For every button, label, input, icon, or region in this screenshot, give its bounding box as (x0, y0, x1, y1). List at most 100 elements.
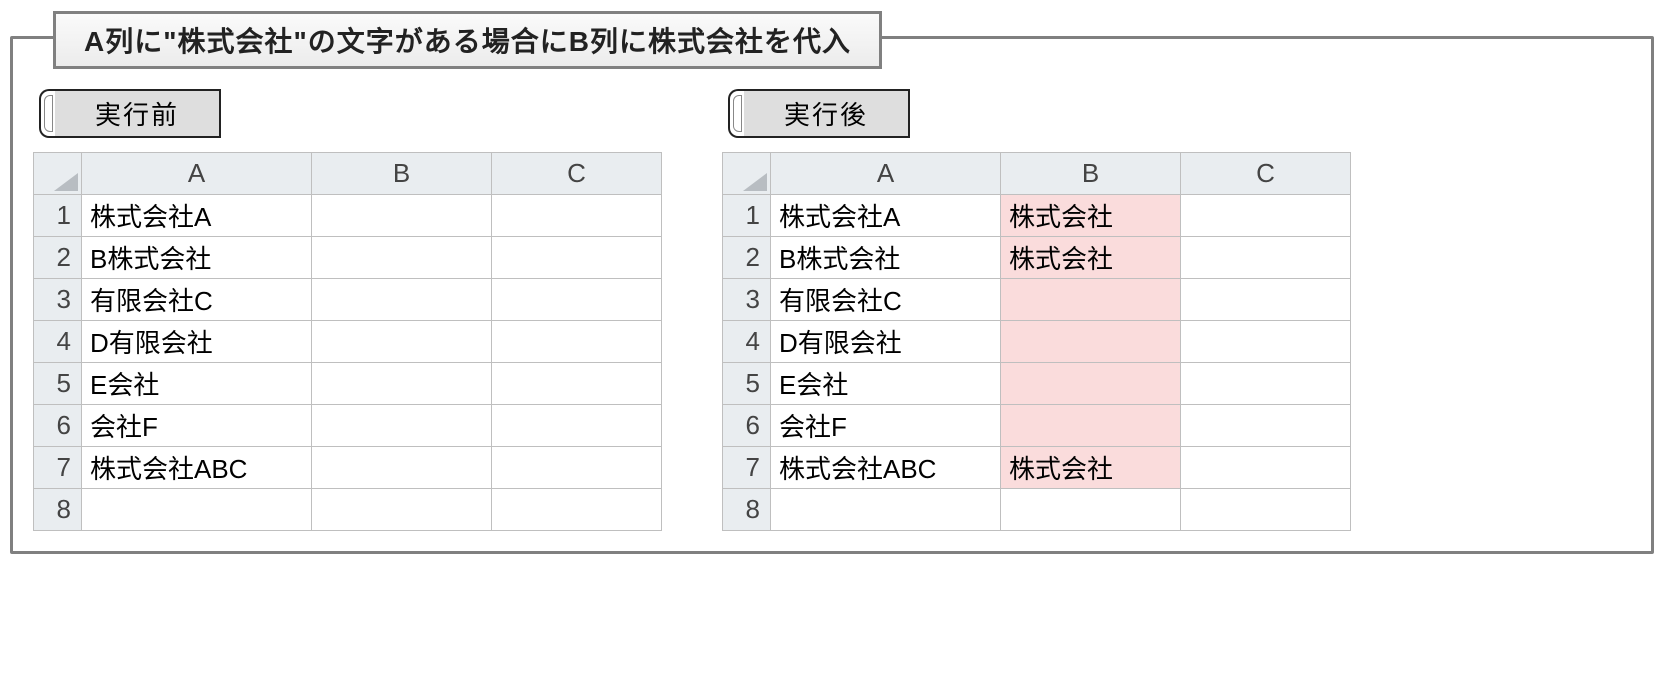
before-label: 実行前 (55, 89, 221, 138)
scroll-cap-icon (728, 89, 744, 138)
after-sheet: A B C 1株式会社A株式会社2B株式会社株式会社3有限会社C4D有限会社5E… (722, 152, 1351, 531)
cell-B[interactable]: 株式会社 (1001, 237, 1181, 279)
cell-C[interactable] (492, 279, 662, 321)
row-header[interactable]: 3 (723, 279, 771, 321)
table-row: 1株式会社A株式会社 (723, 195, 1351, 237)
table-row: 8 (723, 489, 1351, 531)
cell-C[interactable] (492, 405, 662, 447)
cell-A[interactable] (771, 489, 1001, 531)
table-row: 7株式会社ABC (34, 447, 662, 489)
row-header[interactable]: 6 (723, 405, 771, 447)
row-header[interactable]: 7 (34, 447, 82, 489)
cell-B[interactable] (312, 195, 492, 237)
col-header-A[interactable]: A (771, 153, 1001, 195)
table-row: 8 (34, 489, 662, 531)
cell-C[interactable] (492, 195, 662, 237)
example-frame: A列に"株式会社"の文字がある場合にB列に株式会社を代入 実行前 A B C 1… (10, 36, 1654, 554)
select-all-corner[interactable] (34, 153, 82, 195)
cell-A[interactable]: 株式会社A (771, 195, 1001, 237)
cell-C[interactable] (1181, 195, 1351, 237)
table-row: 5E会社 (723, 363, 1351, 405)
cell-C[interactable] (492, 363, 662, 405)
row-header[interactable]: 5 (723, 363, 771, 405)
cell-A[interactable]: B株式会社 (82, 237, 312, 279)
col-header-C[interactable]: C (492, 153, 662, 195)
before-panel: 実行前 A B C 1株式会社A2B株式会社3有限会社C4D有限会社5E会社6会… (33, 89, 662, 531)
table-row: 4D有限会社 (723, 321, 1351, 363)
cell-B[interactable] (1001, 279, 1181, 321)
before-label-tab: 実行前 (39, 89, 662, 138)
table-row: 7株式会社ABC株式会社 (723, 447, 1351, 489)
scroll-cap-icon (39, 89, 55, 138)
cell-C[interactable] (1181, 363, 1351, 405)
cell-A[interactable]: B株式会社 (771, 237, 1001, 279)
table-row: 6会社F (723, 405, 1351, 447)
cell-B[interactable] (1001, 321, 1181, 363)
before-sheet: A B C 1株式会社A2B株式会社3有限会社C4D有限会社5E会社6会社F7株… (33, 152, 662, 531)
select-all-corner[interactable] (723, 153, 771, 195)
after-label-tab: 実行後 (728, 89, 1351, 138)
row-header[interactable]: 2 (723, 237, 771, 279)
cell-A[interactable]: D有限会社 (82, 321, 312, 363)
cell-B[interactable] (1001, 489, 1181, 531)
column-header-row: A B C (723, 153, 1351, 195)
cell-B[interactable] (312, 489, 492, 531)
cell-C[interactable] (492, 237, 662, 279)
cell-A[interactable]: 有限会社C (771, 279, 1001, 321)
cell-B[interactable] (312, 237, 492, 279)
cell-C[interactable] (1181, 279, 1351, 321)
cell-B[interactable]: 株式会社 (1001, 195, 1181, 237)
cell-C[interactable] (1181, 321, 1351, 363)
cell-A[interactable]: 会社F (771, 405, 1001, 447)
after-panel: 実行後 A B C 1株式会社A株式会社2B株式会社株式会社3有限会社C4D有限… (722, 89, 1351, 531)
cell-B[interactable] (1001, 363, 1181, 405)
row-header[interactable]: 7 (723, 447, 771, 489)
cell-A[interactable]: 株式会社A (82, 195, 312, 237)
col-header-B[interactable]: B (312, 153, 492, 195)
table-row: 2B株式会社株式会社 (723, 237, 1351, 279)
cell-A[interactable]: D有限会社 (771, 321, 1001, 363)
cell-C[interactable] (492, 321, 662, 363)
cell-C[interactable] (1181, 405, 1351, 447)
row-header[interactable]: 4 (723, 321, 771, 363)
row-header[interactable]: 8 (723, 489, 771, 531)
cell-C[interactable] (1181, 237, 1351, 279)
row-header[interactable]: 5 (34, 363, 82, 405)
cell-B[interactable] (1001, 405, 1181, 447)
cell-B[interactable] (312, 363, 492, 405)
col-header-A[interactable]: A (82, 153, 312, 195)
cell-A[interactable]: 株式会社ABC (82, 447, 312, 489)
row-header[interactable]: 2 (34, 237, 82, 279)
table-row: 3有限会社C (723, 279, 1351, 321)
col-header-C[interactable]: C (1181, 153, 1351, 195)
row-header[interactable]: 8 (34, 489, 82, 531)
cell-A[interactable]: E会社 (82, 363, 312, 405)
cell-B[interactable] (312, 321, 492, 363)
col-header-B[interactable]: B (1001, 153, 1181, 195)
cell-A[interactable] (82, 489, 312, 531)
cell-B[interactable]: 株式会社 (1001, 447, 1181, 489)
cell-A[interactable]: 有限会社C (82, 279, 312, 321)
row-header[interactable]: 4 (34, 321, 82, 363)
cell-A[interactable]: E会社 (771, 363, 1001, 405)
row-header[interactable]: 1 (34, 195, 82, 237)
table-row: 1株式会社A (34, 195, 662, 237)
row-header[interactable]: 3 (34, 279, 82, 321)
row-header[interactable]: 6 (34, 405, 82, 447)
table-row: 5E会社 (34, 363, 662, 405)
table-row: 3有限会社C (34, 279, 662, 321)
after-body: 1株式会社A株式会社2B株式会社株式会社3有限会社C4D有限会社5E会社6会社F… (723, 195, 1351, 531)
cell-C[interactable] (492, 489, 662, 531)
cell-C[interactable] (1181, 489, 1351, 531)
cell-B[interactable] (312, 279, 492, 321)
cell-B[interactable] (312, 447, 492, 489)
cell-A[interactable]: 会社F (82, 405, 312, 447)
cell-C[interactable] (1181, 447, 1351, 489)
cell-B[interactable] (312, 405, 492, 447)
row-header[interactable]: 1 (723, 195, 771, 237)
table-row: 6会社F (34, 405, 662, 447)
cell-C[interactable] (492, 447, 662, 489)
cell-A[interactable]: 株式会社ABC (771, 447, 1001, 489)
after-label: 実行後 (744, 89, 910, 138)
table-row: 2B株式会社 (34, 237, 662, 279)
